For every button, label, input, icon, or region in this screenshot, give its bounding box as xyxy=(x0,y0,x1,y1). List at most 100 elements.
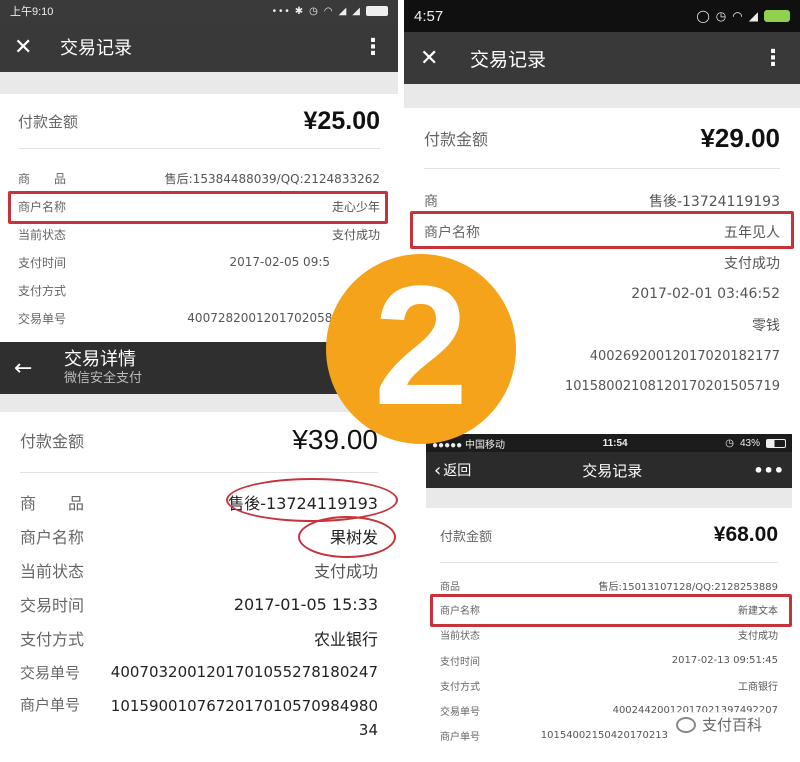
row-value: 支付成功 xyxy=(331,227,380,242)
row-value: 支付成功 xyxy=(313,562,378,581)
battery-icon xyxy=(764,10,790,22)
app-bar: ✕ 交易记录 ⋮ xyxy=(0,22,398,72)
amount-label: 付款金额 xyxy=(20,432,85,451)
divider xyxy=(18,148,380,149)
detail-row: 交易单号 4007032001201701055278180247 xyxy=(0,660,398,684)
amount-label: 付款金额 xyxy=(424,130,489,149)
divider xyxy=(440,562,778,563)
status-bar: ●●●●● 中国移动 11:54 ◷ 43% xyxy=(426,434,792,452)
alarm-icon: ◷ xyxy=(309,5,318,17)
row-value: 2017-02-05 09:5 xyxy=(229,255,331,269)
row-value: 101590010767201701057098498034 xyxy=(110,697,378,739)
highlight-ellipse xyxy=(298,516,396,558)
highlight-box xyxy=(410,211,794,249)
row-value: 售後-13724119193 xyxy=(648,194,780,210)
chevron-left-icon: ‹ xyxy=(434,459,442,481)
nav-bar: ‹ 返回 交易记录 ••• xyxy=(426,452,792,488)
row-value: 10154002150420170213 xyxy=(540,729,668,741)
row-value: 支付成功 xyxy=(738,630,778,642)
row-label: 商品 xyxy=(440,581,460,593)
amount-value: ¥39.00 xyxy=(292,424,378,455)
spacer xyxy=(426,488,792,508)
row-label: 商 品 xyxy=(18,171,67,186)
row-label: 当前状态 xyxy=(18,227,67,242)
status-icons: ◯ ◷ ◠ ◢ xyxy=(696,9,790,23)
back-arrow-icon[interactable]: ← xyxy=(14,356,44,381)
row-label: 商户单号 xyxy=(20,696,81,714)
detail-row: 商户单号 101590010767201701057098498034 xyxy=(0,694,398,744)
row-label: 支付时间 xyxy=(18,255,67,270)
signal-icon: ◢ xyxy=(748,9,758,23)
row-label: 支付方式 xyxy=(20,630,85,649)
amount-row: 付款金额 ¥39.00 xyxy=(0,420,398,460)
detail-row: 商 售後-13724119193 xyxy=(404,190,800,212)
status-time: 上午9:10 xyxy=(10,6,54,18)
row-value: 2017-02-01 03:46:52 xyxy=(631,286,780,302)
signal-icon-2: ◢ xyxy=(352,5,360,17)
bluetooth-icon: ✱ xyxy=(294,5,304,17)
amount-value: ¥25.00 xyxy=(303,106,380,135)
divider xyxy=(20,472,378,473)
amount-value: ¥29.00 xyxy=(700,122,780,153)
row-value: 支付成功 xyxy=(724,256,780,272)
amount-row: 付款金额 ¥25.00 xyxy=(0,104,398,138)
detail-row: 支付方式 工商银行 xyxy=(426,677,792,693)
amount-label: 付款金额 xyxy=(440,529,493,545)
amount-label: 付款金额 xyxy=(18,112,79,131)
close-icon[interactable]: ✕ xyxy=(420,46,450,71)
detail-row: 支付时间 2017-02-13 09:51:45 xyxy=(426,652,792,668)
sync-icon: ◯ xyxy=(696,9,710,23)
spacer xyxy=(0,72,398,94)
page-title: 交易记录 xyxy=(60,38,132,59)
row-label: 商 品 xyxy=(20,494,85,513)
page-title: 交易详情 xyxy=(64,349,136,371)
row-value: 2017-02-13 09:51:45 xyxy=(671,654,778,666)
watermark-text: 支付百科 xyxy=(702,716,763,734)
row-label: 商户名称 xyxy=(20,528,85,547)
status-time: 11:54 xyxy=(602,437,628,449)
app-bar: ✕ 交易记录 ⋮ xyxy=(404,32,800,84)
row-label: 当前状态 xyxy=(20,562,85,581)
amount-value: ¥68.00 xyxy=(713,523,778,546)
detail-row: 当前状态 支付成功 xyxy=(0,558,398,582)
battery-icon xyxy=(366,6,388,16)
back-button[interactable]: ‹ 返回 xyxy=(434,460,471,481)
battery-icon xyxy=(765,438,786,448)
page-title: 交易记录 xyxy=(470,48,547,71)
detail-row: 支付方式 农业银行 xyxy=(0,626,398,650)
row-label: 交易单号 xyxy=(18,311,67,326)
highlight-box xyxy=(8,191,388,224)
row-label: 商户单号 xyxy=(440,731,480,743)
more-menu-icon[interactable]: ⋮ xyxy=(762,46,784,71)
row-value: 10158002108120170201505719 xyxy=(564,378,780,394)
row-value: 40026920012017020182177 xyxy=(589,348,780,364)
alarm-icon: ◷ xyxy=(715,9,727,23)
signal-icon: ◢ xyxy=(338,5,347,17)
detail-row: 当前状态 支付成功 xyxy=(426,626,792,642)
row-label: 当前状态 xyxy=(440,630,480,642)
more-icon: • • • xyxy=(272,5,289,17)
alarm-icon: ◷ xyxy=(725,437,734,449)
row-value: 农业银行 xyxy=(313,630,378,649)
wifi-icon: ◠ xyxy=(323,5,333,17)
row-value: 零钱 xyxy=(752,318,780,334)
detail-row: 支付方式 xyxy=(0,280,398,300)
row-value: 售后:15384488039/QQ:2124833262 xyxy=(164,171,380,186)
badge-number: 2 xyxy=(373,251,469,441)
row-label: 商 xyxy=(424,194,438,210)
spacer xyxy=(404,84,800,108)
row-value: 4007032001201701055278180247 xyxy=(110,663,378,681)
close-icon[interactable]: ✕ xyxy=(14,35,44,60)
detail-row: 交易时间 2017-01-05 15:33 xyxy=(0,592,398,616)
status-icons: • • • ✱ ◷ ◠ ◢ ◢ xyxy=(273,6,388,17)
row-value: 40072820012017020587 xyxy=(187,311,340,325)
title-group: 交易详情 微信安全支付 xyxy=(64,349,142,386)
row-label: 交易时间 xyxy=(20,596,85,615)
detail-row: 商品 售后:15013107128/QQ:2128253889 xyxy=(426,577,792,593)
more-menu-icon[interactable]: ⋮ xyxy=(362,35,384,60)
row-value: 2017-01-05 15:33 xyxy=(233,594,378,614)
status-time: 4:57 xyxy=(414,7,444,25)
row-label: 交易单号 xyxy=(440,706,480,718)
more-menu-icon[interactable]: ••• xyxy=(753,461,784,480)
highlight-box xyxy=(430,594,792,627)
